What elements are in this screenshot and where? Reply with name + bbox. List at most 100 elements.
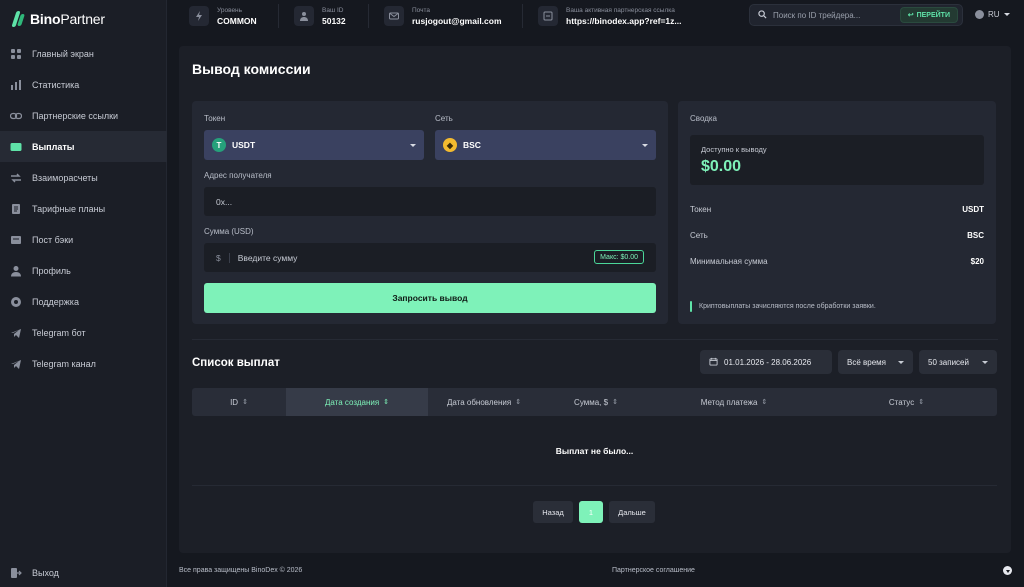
network-select[interactable]: ◆ BSC (435, 130, 656, 160)
brand-name: BinoPartner (30, 11, 105, 27)
sidebar-item-label: Выплаты (32, 141, 75, 152)
user-icon (294, 6, 314, 26)
summary-card: Сводка Доступно к выводу $0.00 Токен USD… (678, 101, 996, 324)
logo-icon (12, 10, 24, 28)
sidebar-item[interactable]: Статистика (0, 69, 167, 100)
token-select[interactable]: T USDT (204, 130, 424, 160)
email-value: rusjogout@gmail.com (412, 15, 502, 26)
section-divider (192, 339, 998, 340)
address-input[interactable]: 0x... (204, 187, 656, 216)
withdraw-form-card: Токен T USDT Сеть ◆ BSC Адрес получателя… (192, 101, 668, 324)
email-label: Почта (412, 6, 431, 14)
page-size-select[interactable]: 50 записей (919, 350, 997, 374)
column-header[interactable]: Дата создания ⇕ (286, 388, 428, 416)
trader-search: ↩ ПЕРЕЙТИ (749, 4, 963, 26)
sort-icon: ⇕ (612, 399, 618, 406)
user-id-info: Ваш ID 50132 (294, 3, 346, 29)
chevron-down-icon (410, 143, 416, 147)
search-input[interactable] (773, 10, 894, 20)
sidebar-item[interactable]: Telegram бот (0, 317, 167, 348)
column-header[interactable]: Статус ⇕ (816, 388, 997, 416)
column-header[interactable]: Дата обновления ⇕ (428, 388, 540, 416)
period-value: Всё время (847, 357, 886, 367)
sort-icon: ⇕ (383, 399, 390, 406)
amount-placeholder: Введите сумму (237, 252, 298, 263)
sidebar-item[interactable]: Партнерские ссылки (0, 100, 167, 131)
grid-icon (10, 48, 22, 60)
postback-icon (10, 234, 22, 246)
next-page-button[interactable]: Дальше (609, 501, 655, 523)
request-withdrawal-button[interactable]: Запросить вывод (204, 283, 656, 313)
level-value: COMMON (217, 15, 257, 26)
chevron-down-icon (982, 360, 988, 364)
amount-input[interactable]: $ Введите сумму Макс: $0.00 (204, 243, 656, 272)
ref-link-value[interactable]: https://binodex.app?ref=1z... (566, 16, 681, 26)
prev-page-button[interactable]: Назад (533, 501, 573, 523)
payouts-table-header: ID ⇕ Дата создания ⇕ Дата обновления ⇕ Сумма, … (192, 388, 997, 416)
sidebar-item[interactable]: Выплаты (0, 131, 167, 162)
topbar: Уровень COMMON Ваш ID 50132 Почта rusjog… (167, 0, 1024, 33)
sidebar-item[interactable]: Взаиморасчеты (0, 162, 167, 193)
period-filter[interactable]: Всё время (838, 350, 913, 374)
date-range-filter[interactable]: 01.01.2026 - 28.06.2026 (700, 350, 832, 374)
sidebar-item[interactable]: Профиль (0, 255, 167, 286)
language-selector[interactable]: RU (975, 10, 1010, 19)
user-icon (10, 265, 22, 277)
globe-icon (975, 10, 984, 19)
level-info: Уровень COMMON (189, 3, 257, 29)
column-header[interactable]: Сумма, $ ⇕ (540, 388, 652, 416)
token-label: Токен (204, 114, 226, 123)
sort-icon: ⇕ (242, 399, 248, 406)
dollar-prefix: $ (216, 252, 221, 263)
ref-link-label: Ваша активная партнерская ссылка (566, 6, 675, 14)
amount-label: Сумма (USD) (204, 227, 254, 236)
max-amount-badge[interactable]: Макс: $0.00 (594, 250, 644, 264)
summary-row-network: Сеть BSC (690, 231, 984, 240)
go-button[interactable]: ↩ ПЕРЕЙТИ (899, 7, 958, 23)
summary-row-token: Токен USDT (690, 205, 984, 214)
summary-row-min-amount: Минимальная сумма $20 (690, 257, 984, 266)
available-balance: Доступно к выводу $0.00 (690, 135, 984, 185)
date-range-value: 01.01.2026 - 28.06.2026 (724, 357, 812, 367)
sidebar-item[interactable]: Главный экран (0, 38, 167, 69)
note-accent-bar (690, 301, 692, 312)
sidebar-nav: Главный экран Статистика Партнерские ссылк… (0, 38, 167, 379)
user-id-label: Ваш ID (322, 6, 344, 14)
scroll-down-icon[interactable] (1003, 566, 1012, 575)
link-icon (538, 6, 558, 26)
network-label: Сеть (435, 114, 453, 123)
address-label: Адрес получателя (204, 171, 272, 180)
column-header[interactable]: ID ⇕ (192, 388, 286, 416)
column-header[interactable]: Метод платежа ⇕ (652, 388, 816, 416)
partner-agreement-link[interactable]: Партнерское соглашение (612, 567, 695, 574)
network-select-value: BSC (463, 140, 481, 150)
chart-icon (10, 79, 22, 91)
sidebar-item-label: Тарифные планы (32, 203, 106, 214)
chevron-down-icon (898, 360, 904, 364)
brand-logo[interactable]: BinoPartner (12, 9, 105, 29)
sidebar-item[interactable]: Telegram канал (0, 348, 167, 379)
empty-state: Выплат не было... (192, 416, 997, 486)
topbar-divider (278, 4, 279, 28)
sidebar-item[interactable]: Поддержка (0, 286, 167, 317)
logout-button[interactable]: Выход (10, 567, 59, 579)
sort-icon: ⇕ (515, 399, 522, 406)
ref-link-info[interactable]: Ваша активная партнерская ссылка https:/… (538, 3, 681, 29)
topbar-divider (368, 4, 369, 28)
address-placeholder: 0x... (216, 196, 233, 207)
telegram-icon (10, 358, 22, 370)
sidebar-item-label: Поддержка (32, 296, 79, 307)
sidebar-item[interactable]: Тарифные планы (0, 193, 167, 224)
logout-label: Выход (32, 568, 59, 578)
amount-divider (228, 252, 230, 263)
link-icon (10, 110, 22, 122)
sidebar-item-label: Пост бэки (32, 234, 74, 245)
sidebar-item-label: Взаиморасчеты (32, 172, 98, 183)
page-1-button[interactable]: 1 (579, 501, 603, 523)
arrow-icon: ↩ (907, 12, 914, 19)
sidebar-item[interactable]: Пост бэки (0, 224, 167, 255)
sidebar: BinoPartner Главный экран Статистика Партн… (0, 0, 167, 587)
main-panel: Вывод комиссии Токен T USDT Сеть ◆ BSC А… (179, 46, 1011, 553)
summary-title: Сводка (690, 114, 718, 123)
email-info: Почта rusjogout@gmail.com (384, 3, 502, 29)
